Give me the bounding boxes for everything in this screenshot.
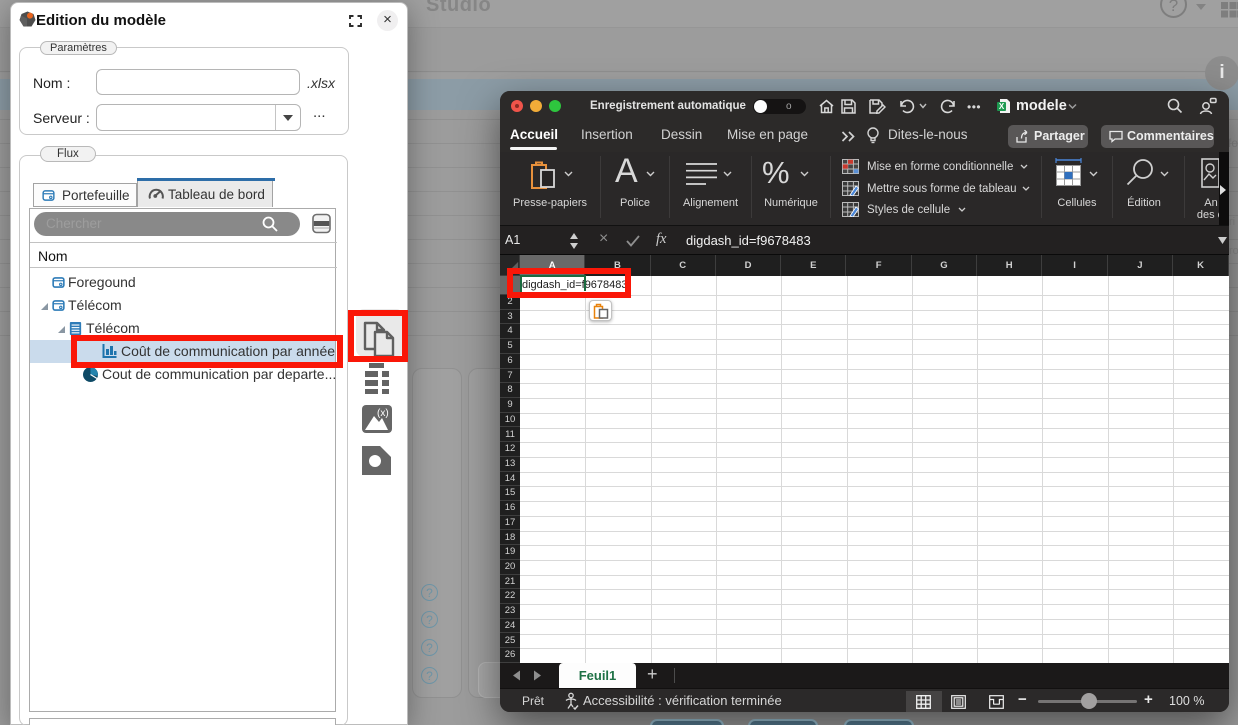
svg-text:X: X xyxy=(999,102,1005,111)
svg-text:(x): (x) xyxy=(377,408,389,419)
